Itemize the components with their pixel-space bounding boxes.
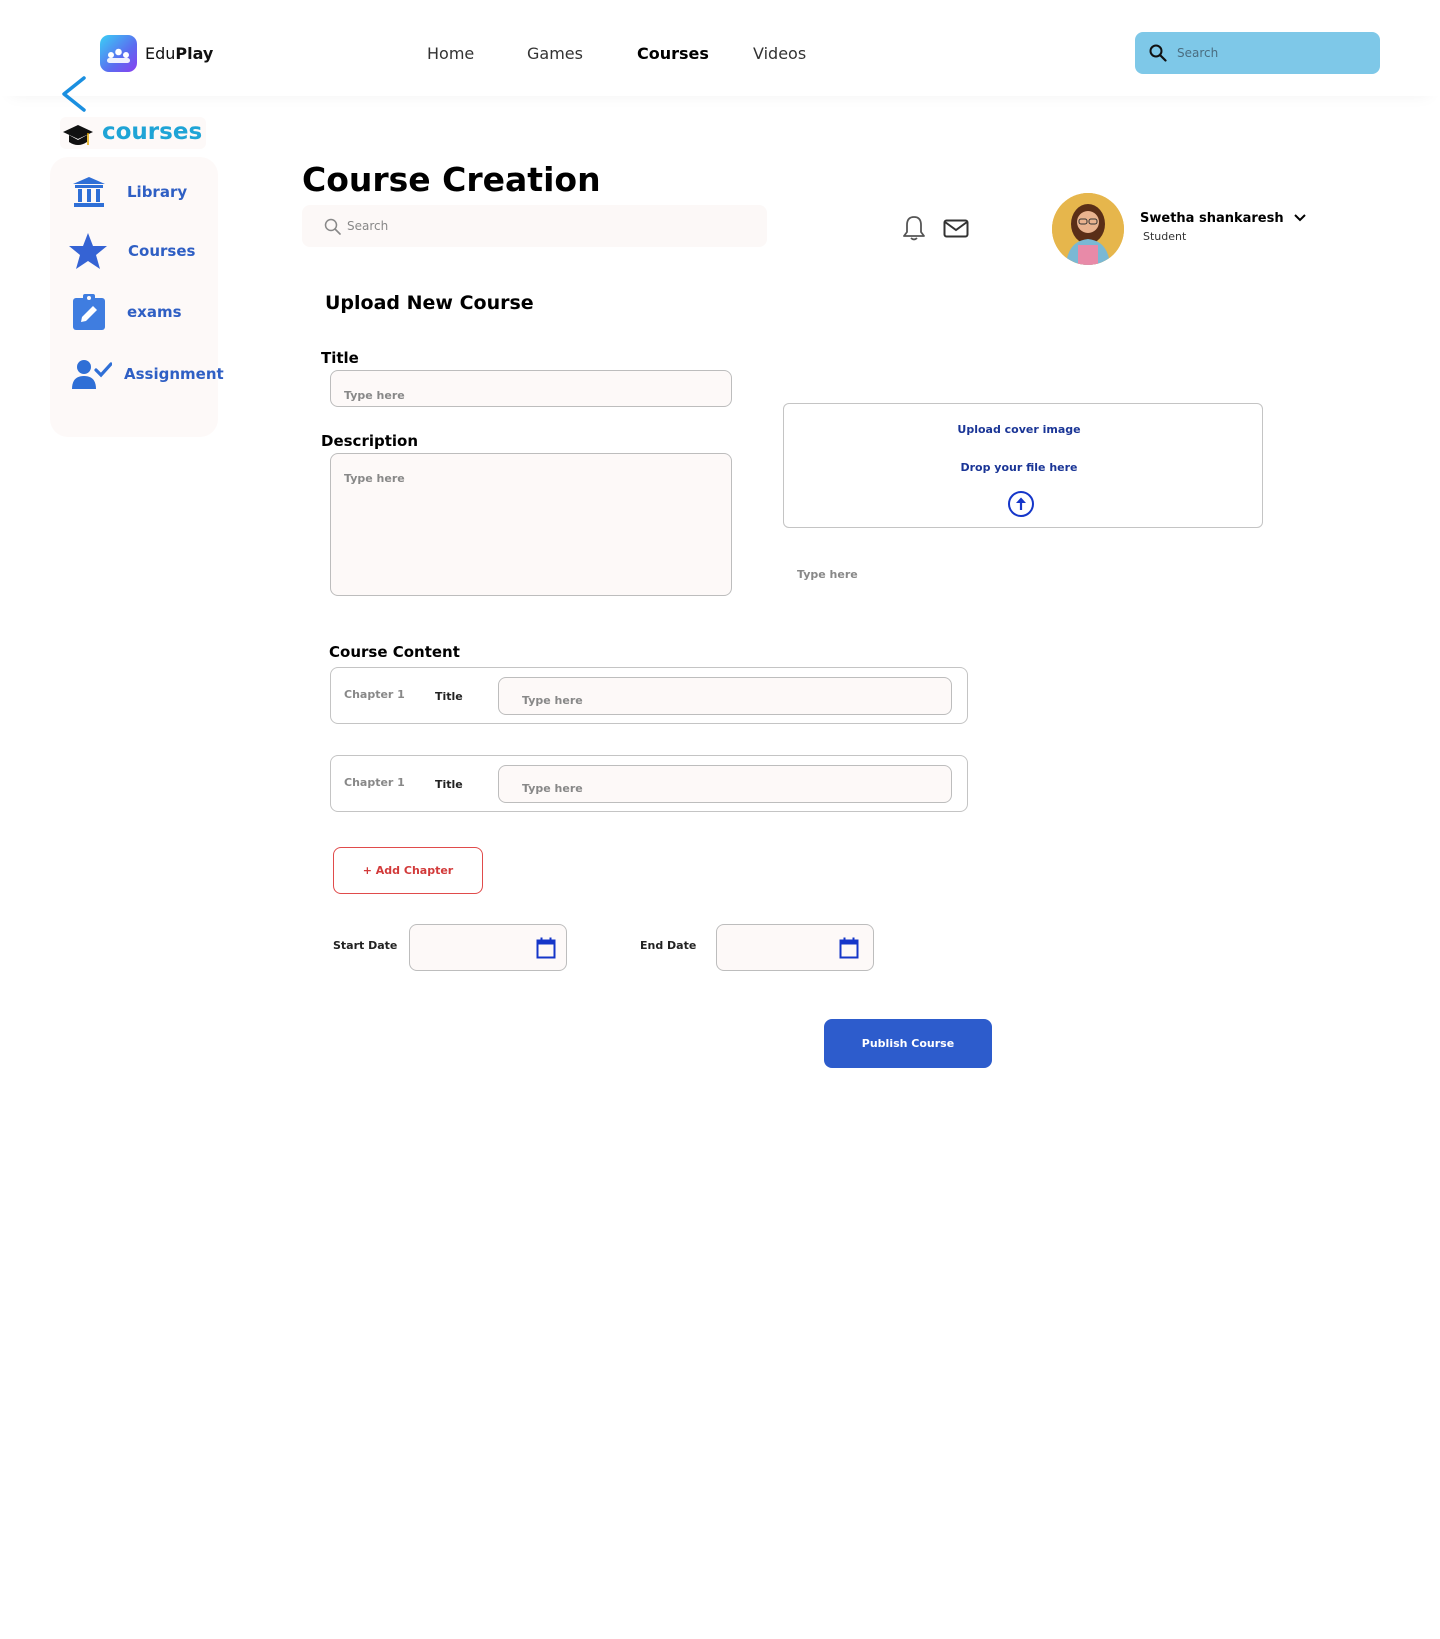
user-menu[interactable]: Swetha shankaresh <box>1140 211 1306 226</box>
start-date-label: Start Date <box>333 939 398 952</box>
chapter-row: Chapter 1 Title Type here <box>330 755 968 812</box>
sidebar-item-exams[interactable]: exams <box>72 293 182 331</box>
sidebar-item-assignment[interactable]: Assignment <box>72 359 224 389</box>
page-title: Course Creation <box>302 160 601 199</box>
eduplay-logo-icon[interactable] <box>100 35 137 72</box>
chapter-title-label: Title <box>435 778 463 791</box>
person-check-icon <box>72 360 112 389</box>
nav-home[interactable]: Home <box>427 44 474 63</box>
graduation-cap-icon <box>62 121 94 155</box>
brand-name-light: Edu <box>145 44 176 63</box>
description-placeholder: Type here <box>344 472 405 485</box>
back-arrow-icon[interactable] <box>58 74 92 114</box>
user-role: Student <box>1143 230 1187 243</box>
sidebar-item-label: Library <box>127 183 188 201</box>
chapter-title-placeholder: Type here <box>522 694 583 707</box>
sidebar-item-label: Assignment <box>124 365 224 383</box>
avatar[interactable] <box>1052 193 1124 265</box>
upload-title: Upload cover image <box>957 423 1081 436</box>
page-search-placeholder: Search <box>347 219 389 233</box>
sidebar-item-library[interactable]: Library <box>72 175 187 209</box>
search-icon <box>1149 44 1167 62</box>
upload-hint: Drop your file here <box>960 461 1078 474</box>
library-icon <box>73 177 105 207</box>
chapter-row: Chapter 1 Title Type here <box>330 667 968 724</box>
publish-course-button[interactable]: Publish Course <box>824 1019 992 1068</box>
mail-icon[interactable] <box>943 219 969 242</box>
chapter-number: Chapter 1 <box>344 688 405 701</box>
end-date-input[interactable] <box>716 924 874 971</box>
sidebar: Library Courses exams Assignment <box>50 157 224 437</box>
chapter-title-input[interactable]: Type here <box>498 765 952 803</box>
title-input[interactable]: Type here <box>330 370 732 407</box>
course-content-label: Course Content <box>329 643 460 661</box>
brand-name-bold: Play <box>175 44 214 63</box>
nav-courses[interactable]: Courses <box>637 44 709 63</box>
chapter-title-label: Title <box>435 690 463 703</box>
star-icon <box>69 233 107 269</box>
search-icon <box>324 218 341 235</box>
cover-caption-input[interactable]: Type here <box>797 568 858 581</box>
brand-name[interactable]: EduPlay <box>145 44 213 63</box>
calendar-icon[interactable] <box>536 937 556 959</box>
title-label: Title <box>321 349 359 367</box>
chapter-number: Chapter 1 <box>344 776 405 789</box>
description-textarea[interactable]: Type here <box>330 453 732 596</box>
user-name: Swetha shankaresh <box>1140 211 1284 226</box>
add-chapter-button[interactable]: + Add Chapter <box>333 847 483 894</box>
cover-image-dropzone[interactable]: Upload cover image Drop your file here <box>783 403 1263 528</box>
title-input-placeholder: Type here <box>344 389 405 402</box>
sidebar-item-label: exams <box>127 303 182 321</box>
chapter-title-placeholder: Type here <box>522 782 583 795</box>
nav-videos[interactable]: Videos <box>753 44 806 63</box>
chapter-title-input[interactable]: Type here <box>498 677 952 715</box>
description-label: Description <box>321 432 419 450</box>
chevron-down-icon <box>1294 214 1306 222</box>
top-search-placeholder: Search <box>1177 46 1219 60</box>
top-search-input[interactable]: Search <box>1135 32 1380 74</box>
section-title: courses <box>102 119 203 145</box>
clipboard-edit-icon <box>73 294 105 330</box>
start-date-input[interactable] <box>409 924 567 971</box>
upload-arrow-icon[interactable] <box>1007 490 1035 518</box>
nav-games[interactable]: Games <box>527 44 583 63</box>
end-date-label: End Date <box>640 939 697 952</box>
sidebar-item-label: Courses <box>128 242 196 260</box>
sidebar-item-courses[interactable]: Courses <box>68 232 195 270</box>
page-search-input[interactable]: Search <box>302 205 767 247</box>
bell-icon[interactable] <box>903 215 925 245</box>
form-heading: Upload New Course <box>325 292 534 314</box>
calendar-icon[interactable] <box>839 937 859 959</box>
